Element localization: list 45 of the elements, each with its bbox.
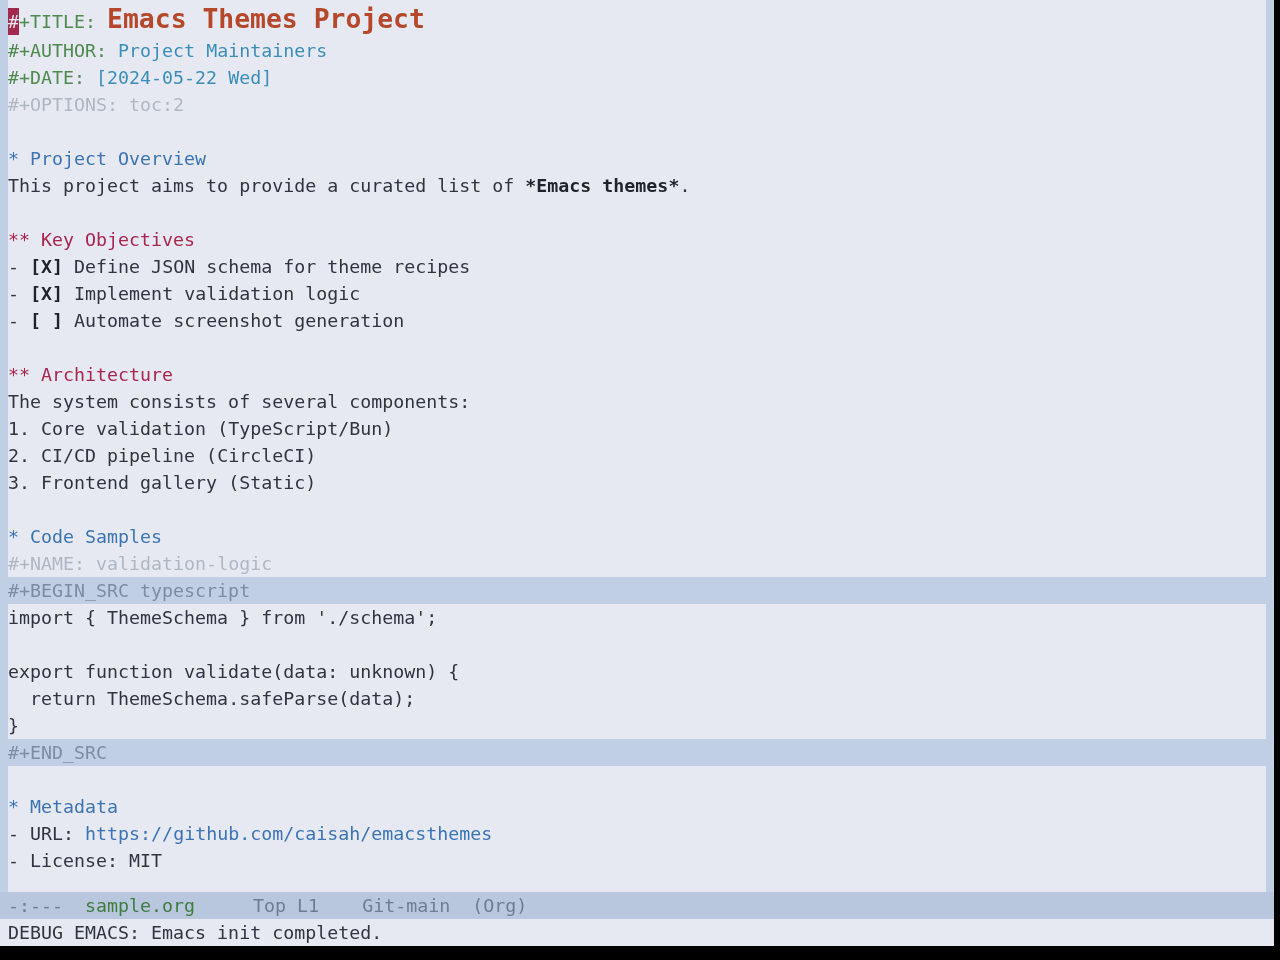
- url-link[interactable]: https://github.com/caisah/emacsthemes: [85, 823, 493, 844]
- item-text: CI/CD pipeline (CircleCI): [41, 445, 317, 466]
- list-bullet: -: [8, 283, 19, 304]
- list-bullet: -: [8, 850, 19, 871]
- item-text: Automate screenshot generation: [74, 310, 405, 331]
- block-delimiter: #+BEGIN_SRC typescript: [8, 580, 251, 601]
- org-keyword: #+DATE:: [8, 67, 86, 88]
- list-bullet: -: [8, 256, 19, 277]
- list-bullet: 2.: [8, 445, 30, 466]
- vc-branch: Git-main: [362, 894, 451, 918]
- checkbox-mark: [X]: [30, 256, 64, 277]
- item-text: License: MIT: [30, 850, 163, 871]
- list-bullet: -: [8, 823, 19, 844]
- heading: ** Key Objectives: [8, 229, 196, 250]
- item-text: Frontend gallery (Static): [41, 472, 317, 493]
- keyword-value: [2024-05-22 Wed]: [96, 67, 273, 88]
- buffer-status: -:---: [8, 894, 64, 918]
- code-line: import { ThemeSchema } from './schema';: [8, 607, 438, 628]
- code-line: }: [8, 715, 19, 736]
- heading: ** Architecture: [8, 364, 174, 385]
- code-line: export function validate(data: unknown) {: [8, 661, 460, 682]
- org-keyword: #+AUTHOR:: [8, 40, 108, 61]
- checkbox-mark: [X]: [30, 283, 64, 304]
- buffer-name: sample.org: [85, 894, 196, 918]
- list-bullet: 3.: [8, 472, 30, 493]
- paragraph-text: The system consists of several components:: [8, 391, 471, 412]
- major-mode: (Org): [472, 894, 528, 918]
- heading: * Metadata: [8, 796, 119, 817]
- list-bullet: 1.: [8, 418, 30, 439]
- cursor-position: Top L1: [253, 894, 320, 918]
- field-label: URL:: [30, 823, 75, 844]
- heading: * Project Overview: [8, 148, 207, 169]
- keyword-value: Project Maintainers: [118, 40, 328, 61]
- checkbox-mark: [ ]: [30, 310, 64, 331]
- block-delimiter: #+END_SRC: [8, 742, 108, 763]
- code-line: return ThemeSchema.safeParse(data);: [30, 688, 416, 709]
- document-title: Emacs Themes Project: [107, 3, 425, 34]
- org-keyword: +TITLE:: [19, 11, 97, 32]
- echo-message: DEBUG EMACS: Emacs init completed.: [8, 922, 383, 943]
- list-bullet: -: [8, 310, 19, 331]
- item-text: Define JSON schema for theme recipes: [74, 256, 471, 277]
- item-text: Implement validation logic: [74, 283, 361, 304]
- item-text: Core validation (TypeScript/Bun): [41, 418, 394, 439]
- paragraph-text: This project aims to provide a curated list of *Emacs themes*.: [8, 175, 691, 196]
- heading: * Code Samples: [8, 526, 163, 547]
